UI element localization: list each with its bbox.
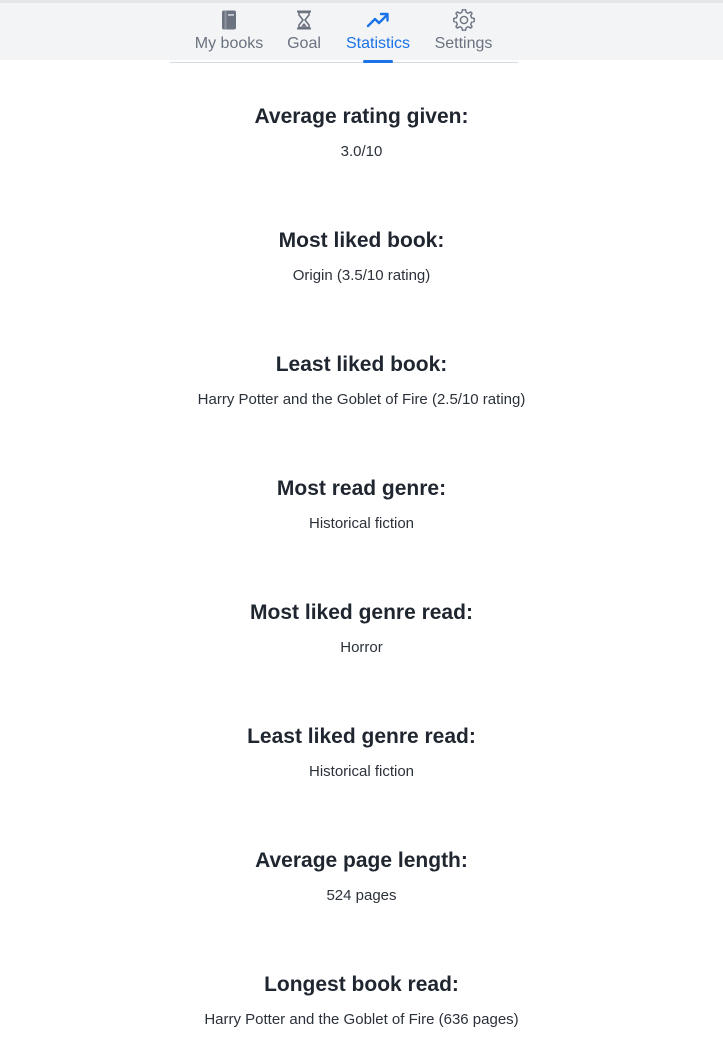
stat-value: 3.0/10 bbox=[340, 143, 383, 160]
stat-least-liked-book: Least liked book: Harry Potter and the G… bbox=[0, 352, 723, 410]
top-nav-bar: My books Goal Statistics Settings bbox=[0, 0, 723, 63]
tab-settings[interactable]: Settings bbox=[432, 3, 495, 63]
tab-label: Goal bbox=[287, 35, 321, 52]
stat-most-liked-book: Most liked book: Origin (3.5/10 rating) bbox=[0, 228, 723, 286]
stat-longest-book: Longest book read: Harry Potter and the … bbox=[0, 972, 723, 1030]
stat-heading: Most liked book: bbox=[278, 229, 445, 252]
stat-value: Harry Potter and the Goblet of Fire (636… bbox=[204, 1011, 519, 1028]
book-icon bbox=[222, 10, 236, 30]
stat-most-liked-genre: Most liked genre read: Horror bbox=[0, 600, 723, 658]
stat-heading: Average page length: bbox=[255, 849, 468, 872]
stat-average-rating: Average rating given: 3.0/10 bbox=[0, 104, 723, 162]
tab-label: My books bbox=[194, 35, 264, 52]
stat-heading: Least liked book: bbox=[275, 353, 448, 376]
stat-value: Harry Potter and the Goblet of Fire (2.5… bbox=[197, 391, 526, 408]
tab-statistics[interactable]: Statistics bbox=[341, 3, 415, 63]
active-tab-indicator bbox=[363, 60, 393, 63]
stat-least-liked-genre: Least liked genre read: Historical ficti… bbox=[0, 724, 723, 782]
trending-up-icon bbox=[366, 12, 389, 28]
tab-label: Settings bbox=[434, 35, 493, 52]
gear-icon bbox=[452, 9, 475, 31]
stat-most-read-genre: Most read genre: Historical fiction bbox=[0, 476, 723, 534]
stat-heading: Most read genre: bbox=[276, 477, 447, 500]
tab-my-books[interactable]: My books bbox=[192, 3, 266, 63]
stat-value: 524 pages bbox=[326, 887, 397, 904]
tab-goal[interactable]: Goal bbox=[283, 3, 325, 63]
stat-value: Historical fiction bbox=[308, 515, 415, 532]
stat-heading: Most liked genre read: bbox=[250, 601, 473, 624]
stat-value: Historical fiction bbox=[308, 763, 415, 780]
stat-value: Origin (3.5/10 rating) bbox=[292, 267, 431, 284]
stat-heading: Average rating given: bbox=[254, 105, 469, 128]
stat-value: Horror bbox=[340, 639, 383, 656]
stat-average-page-length: Average page length: 524 pages bbox=[0, 848, 723, 906]
tab-label: Statistics bbox=[345, 35, 410, 52]
hourglass-icon bbox=[297, 10, 311, 30]
stat-heading: Longest book read: bbox=[264, 973, 459, 996]
tab-bar: My books Goal Statistics Settings bbox=[170, 3, 518, 63]
stat-heading: Least liked genre read: bbox=[247, 725, 476, 748]
